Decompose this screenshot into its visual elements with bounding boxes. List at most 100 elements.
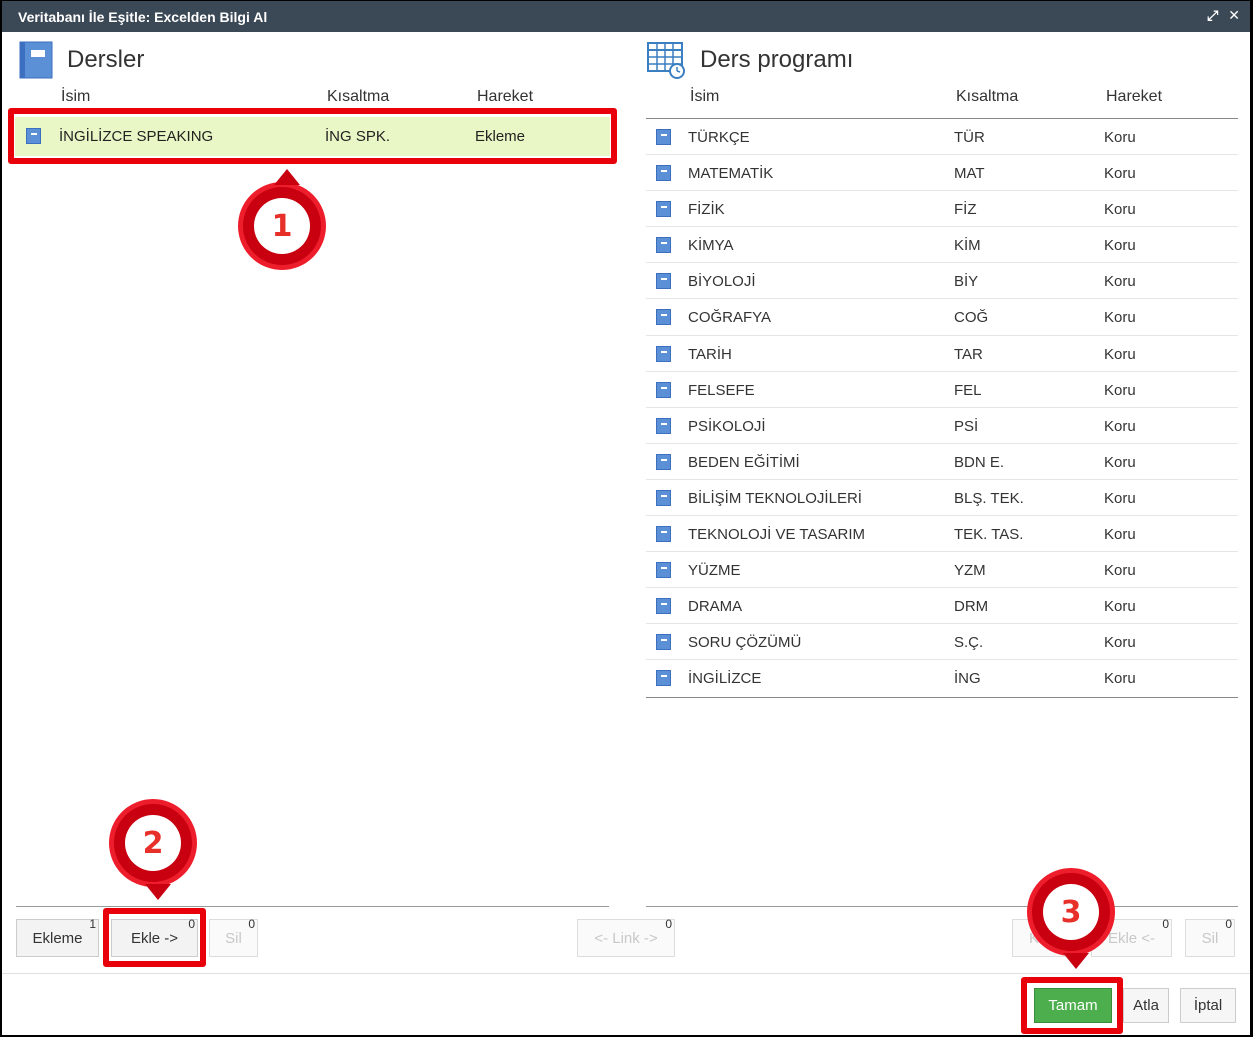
col-name[interactable]: İsim: [61, 88, 90, 106]
row-name: PSİKOLOJİ: [688, 417, 766, 435]
book-icon: [656, 165, 671, 182]
row-abbr: BDN E.: [954, 453, 1005, 471]
row-abbr: TEK. TAS.: [954, 526, 1024, 544]
book-icon: [656, 526, 671, 543]
book-icon: [656, 309, 671, 326]
ekleme-count: 1: [89, 917, 96, 931]
right-table: TÜRKÇE TÜR Koru MATEMATİK MAT Koru FİZİK FİZ Kor…: [646, 118, 1238, 698]
table-row[interactable]: TEKNOLOJİ VE TASARIM TEK. TAS. Koru: [646, 516, 1238, 553]
table-row[interactable]: TÜRKÇE TÜR Koru: [646, 119, 1238, 156]
row-abbr: KİM: [954, 237, 981, 255]
table-row[interactable]: COĞRAFYA COĞ Koru: [646, 299, 1238, 336]
right-divider: [646, 906, 1238, 907]
link-count: 0: [665, 917, 672, 931]
row-abbr: S.Ç.: [954, 634, 984, 652]
skip-label: Atla: [1133, 997, 1159, 1014]
row-action: Koru: [1104, 670, 1136, 688]
maximize-icon[interactable]: ⤢: [1207, 7, 1218, 24]
book-icon: [19, 41, 53, 79]
table-row[interactable]: FİZİK FİZ Koru: [646, 191, 1238, 228]
book-icon: [656, 417, 671, 434]
table-row[interactable]: TARİH TAR Koru: [646, 336, 1238, 372]
row-abbr: MAT: [954, 165, 985, 183]
row-abbr: YZM: [954, 562, 986, 580]
table-row[interactable]: BİLİŞİM TEKNOLOJİLERİ BLŞ. TEK. Koru: [646, 480, 1238, 517]
dialog-window: Veritabanı İle Eşitle: Excelden Bilgi Al…: [2, 1, 1250, 1035]
row-abbr: PSİ: [954, 417, 979, 435]
book-icon: [656, 273, 671, 290]
cancel-button[interactable]: İptal: [1180, 988, 1236, 1023]
row-action: Koru: [1104, 129, 1136, 146]
book-icon: [656, 201, 671, 218]
sil-right-button[interactable]: Sil 0: [1185, 917, 1235, 957]
step-marker-2: 2: [109, 799, 197, 900]
marker-label: 3: [1060, 894, 1082, 930]
right-panel-title: Ders programı: [646, 41, 853, 79]
row-name: KİMYA: [688, 237, 734, 255]
table-row[interactable]: İNGİLİZCE İNG Koru: [646, 660, 1238, 696]
row-name: BEDEN EĞİTİMİ: [688, 453, 800, 471]
book-icon: [656, 345, 671, 362]
row-abbr: FİZ: [954, 201, 977, 219]
table-row[interactable]: KİMYA KİM Koru: [646, 227, 1238, 264]
row-action: Koru: [1104, 598, 1136, 616]
ekle-left-label: Ekle <-: [1107, 929, 1156, 947]
table-row[interactable]: MATEMATİK MAT Koru: [646, 155, 1238, 192]
right-panel-title-text: Ders programı: [700, 46, 854, 73]
row-action: Koru: [1104, 381, 1136, 399]
table-row[interactable]: BİYOLOJİ BİY Koru: [646, 263, 1238, 300]
row-abbr: BİY: [954, 273, 979, 291]
col-name[interactable]: İsim: [690, 88, 719, 106]
table-row[interactable]: FELSEFE FEL Koru: [646, 372, 1238, 408]
cancel-label: İptal: [1193, 997, 1223, 1014]
close-icon[interactable]: ✕: [1228, 7, 1240, 24]
table-row[interactable]: PSİKOLOJİ PSİ Koru: [646, 408, 1238, 444]
row-name: BİYOLOJİ: [688, 273, 756, 291]
title-bar: Veritabanı İle Eşitle: Excelden Bilgi Al…: [2, 1, 1250, 32]
row-action: Koru: [1104, 526, 1136, 544]
book-icon: [656, 237, 671, 254]
book-icon: [656, 634, 671, 651]
sil-count: 0: [248, 917, 255, 931]
table-row[interactable]: DRAMA DRM Koru: [646, 588, 1238, 625]
highlight-box-1: [8, 108, 617, 164]
row-action: Koru: [1104, 237, 1136, 255]
row-action: Koru: [1104, 309, 1136, 327]
highlight-box-3: [1021, 977, 1123, 1034]
row-abbr: FEL: [954, 381, 982, 399]
right-table-header: İsim Kısaltma Hareket: [646, 88, 1238, 110]
col-action[interactable]: Hareket: [477, 88, 533, 106]
row-name: SORU ÇÖZÜMÜ: [688, 634, 802, 652]
row-name: DRAMA: [688, 598, 743, 616]
book-icon: [656, 670, 671, 687]
marker-label: 1: [271, 208, 293, 244]
col-action[interactable]: Hareket: [1106, 88, 1162, 106]
sil-button[interactable]: Sil 0: [209, 917, 258, 957]
row-action: Koru: [1104, 345, 1136, 363]
row-abbr: İNG: [954, 670, 981, 688]
book-icon: [656, 453, 671, 470]
row-name: FİZİK: [688, 201, 725, 219]
table-row[interactable]: SORU ÇÖZÜMÜ S.Ç. Koru: [646, 624, 1238, 661]
skip-button[interactable]: Atla: [1123, 988, 1169, 1023]
table-row[interactable]: BEDEN EĞİTİMİ BDN E. Koru: [646, 444, 1238, 480]
col-abbr[interactable]: Kısaltma: [327, 88, 389, 106]
col-abbr[interactable]: Kısaltma: [956, 88, 1018, 106]
marker-label: 2: [142, 825, 164, 861]
left-table-header: İsim Kısaltma Hareket: [2, 88, 612, 110]
table-row[interactable]: YÜZME YZM Koru: [646, 552, 1238, 589]
book-icon: [656, 129, 671, 145]
ekle-left-count: 0: [1162, 917, 1169, 931]
row-action: Koru: [1104, 201, 1136, 219]
left-panel-title-text: Dersler: [67, 46, 145, 73]
highlight-box-2: [103, 908, 206, 967]
sil-right-count: 0: [1225, 917, 1232, 931]
row-name: COĞRAFYA: [688, 309, 772, 327]
row-name: TEKNOLOJİ VE TASARIM: [688, 526, 865, 544]
link-button[interactable]: <- Link -> 0: [577, 917, 675, 957]
row-action: Koru: [1104, 417, 1136, 435]
ekleme-button[interactable]: Ekleme 1: [16, 917, 99, 957]
row-abbr: BLŞ. TEK.: [954, 489, 1024, 507]
row-action: Koru: [1104, 562, 1136, 580]
left-panel-title: Dersler: [19, 41, 144, 79]
